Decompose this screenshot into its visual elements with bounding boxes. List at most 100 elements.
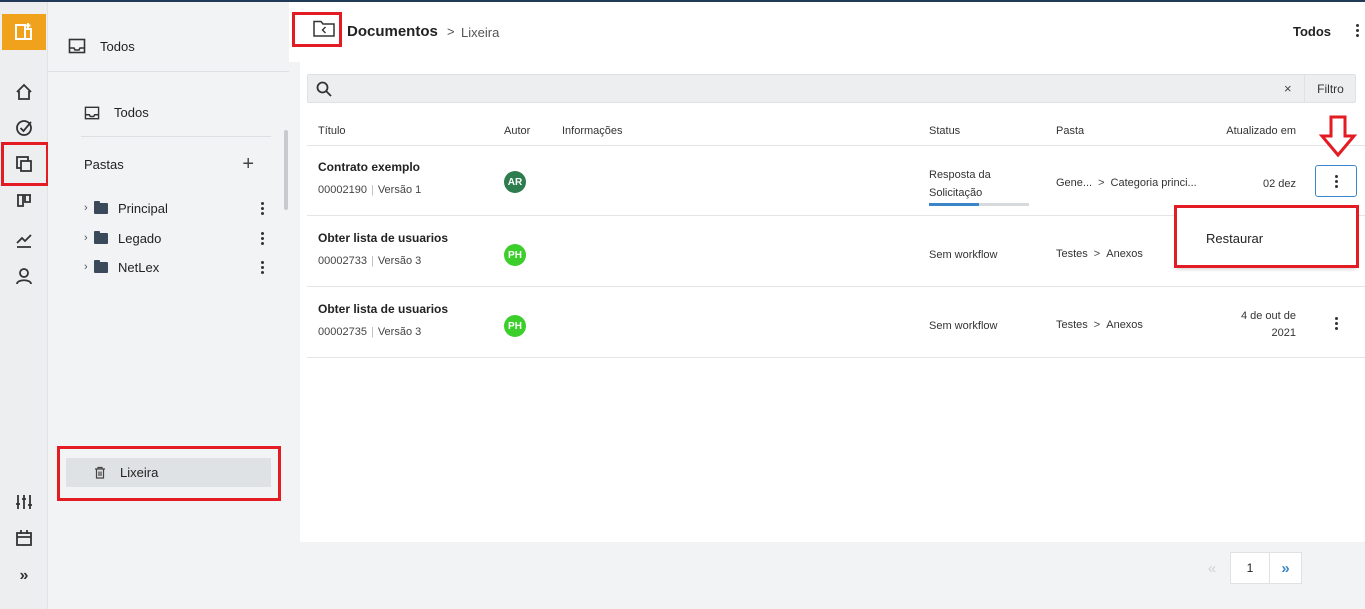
document-code: 00002733 [318,255,367,267]
page-number-button[interactable]: 1 [1230,552,1270,584]
folder-item-todos[interactable]: Todos [84,105,149,120]
row-menu-button[interactable] [1315,165,1357,197]
updated-date: 4 de out de 2021 [1241,308,1296,342]
status-line: Resposta da [929,169,991,181]
folder-path[interactable]: Testes > Anexos [1056,319,1143,331]
column-header-folder[interactable]: Pasta [1056,125,1084,137]
header-menu-button[interactable] [1356,24,1359,37]
main-area: Documentos > Lixeira Todos × Filtro Títu… [289,2,1365,609]
highlight-documents-icon [1,142,49,186]
folder-icon [94,230,108,244]
folder-name: NetLex [118,259,160,275]
folder-path[interactable]: Gene... > Categoria princi... [1056,177,1197,189]
chevron-right-icon[interactable]: › [84,261,94,273]
breadcrumb-current: Lixeira [461,25,500,40]
panel-head-label: Todos [100,38,135,54]
column-header-info[interactable]: Informações [562,125,623,137]
expand-icon[interactable]: » [8,562,40,590]
chevron-right-icon[interactable]: › [84,232,94,244]
panel-divider [81,136,271,137]
folder-icon [94,200,108,214]
folder-item-netlex[interactable]: › NetLex [84,257,264,277]
calendar-icon[interactable] [8,524,40,552]
avatar: PH [504,244,526,266]
avatar: PH [504,315,526,337]
column-header-updated[interactable]: Atualizado em [1226,125,1296,137]
search-icon [316,81,332,97]
breadcrumb-title[interactable]: Documentos [347,23,438,40]
document-meta: 00002735 | Versão 3 [318,326,422,338]
clear-search-button[interactable]: × [1284,81,1292,96]
highlight-folder-back [292,12,342,47]
down-arrow-annotation-icon [1318,115,1358,158]
folder-menu-button[interactable] [261,201,264,215]
folder-path-child: Anexos [1106,319,1143,331]
add-folder-button[interactable]: + [242,154,254,174]
folder-path-child: Categoria princi... [1110,177,1197,189]
prev-page-button[interactable]: « [1194,552,1230,584]
logo-icon [15,23,32,40]
folder-item-legado[interactable]: › Legado [84,228,264,248]
filter-button[interactable]: Filtro [1304,75,1356,102]
folders-heading-label: Pastas [84,156,124,172]
column-header-author[interactable]: Autor [504,125,530,137]
next-page-button[interactable]: » [1270,552,1302,584]
table-row[interactable]: Obter lista de usuarios 00002735 | Versão … [307,288,1365,358]
document-title[interactable]: Contrato exemplo [318,160,420,174]
user-icon[interactable] [8,262,40,290]
app-logo[interactable] [2,14,46,50]
status-progress-bar [929,203,1029,206]
panel-scrollbar[interactable] [284,130,288,210]
folder-panel: Todos Todos Pastas + › Principal › Legad… [48,2,289,609]
highlight-restore-menu [1174,205,1359,268]
home-icon[interactable] [8,78,40,106]
folder-path-child: Anexos [1106,248,1143,260]
folder-path-parent: Testes [1056,319,1088,331]
view-filter-button[interactable]: Todos [1293,24,1331,39]
chart-icon[interactable] [8,226,40,254]
avatar: AR [504,171,526,193]
folder-name: Principal [118,200,168,216]
status-text: Resposta da Solicitação [929,166,991,202]
folder-path-parent: Testes [1056,248,1088,260]
panel-todos-header[interactable]: Todos [68,38,135,54]
document-title[interactable]: Obter lista de usuarios [318,231,448,245]
row-menu-button[interactable] [1315,307,1357,339]
document-version: Versão 3 [377,326,422,338]
folder-menu-button[interactable] [261,260,264,274]
inbox-icon [84,106,100,119]
panel-header: Todos [48,2,289,72]
status-progress-fill [929,203,979,206]
folder-item-principal[interactable]: › Principal [84,198,264,218]
breadcrumb-separator: > [447,24,455,39]
document-code: 00002735 [318,326,367,338]
board-icon[interactable] [8,188,40,216]
document-title[interactable]: Obter lista de usuarios [318,302,448,316]
updated-date-line: 2021 [1271,327,1296,339]
column-header-title[interactable]: Título [318,125,346,137]
updated-date-line: 4 de out de [1240,310,1296,322]
settings-sliders-icon[interactable] [8,488,40,516]
updated-date: 02 dez [1262,178,1296,190]
status-line: Solicitação [929,187,983,199]
folder-menu-button[interactable] [261,231,264,245]
folder-item-todos-label: Todos [114,105,149,120]
document-meta: 00002733 | Versão 3 [318,255,422,267]
document-version: Versão 3 [377,255,422,267]
check-circle-icon[interactable] [8,114,40,142]
status-text: Sem workflow [929,320,998,332]
document-list: × Filtro Título Autor Informações Status… [300,62,1365,542]
document-code: 00002190 [318,184,367,196]
chevron-right-icon[interactable]: › [84,202,94,214]
pagination: « 1 » [1194,552,1302,584]
status-text: Sem workflow [929,249,998,261]
folder-path-parent: Gene... [1056,177,1093,189]
column-header-status[interactable]: Status [929,125,960,137]
folders-heading: Pastas + [84,154,254,174]
folder-icon [94,259,108,273]
folder-path[interactable]: Testes > Anexos [1056,248,1143,260]
page-header: Documentos > Lixeira Todos [289,2,1365,62]
search-input[interactable] [340,78,1280,100]
highlight-trash-item [57,446,281,501]
document-meta: 00002190 | Versão 1 [318,184,422,196]
